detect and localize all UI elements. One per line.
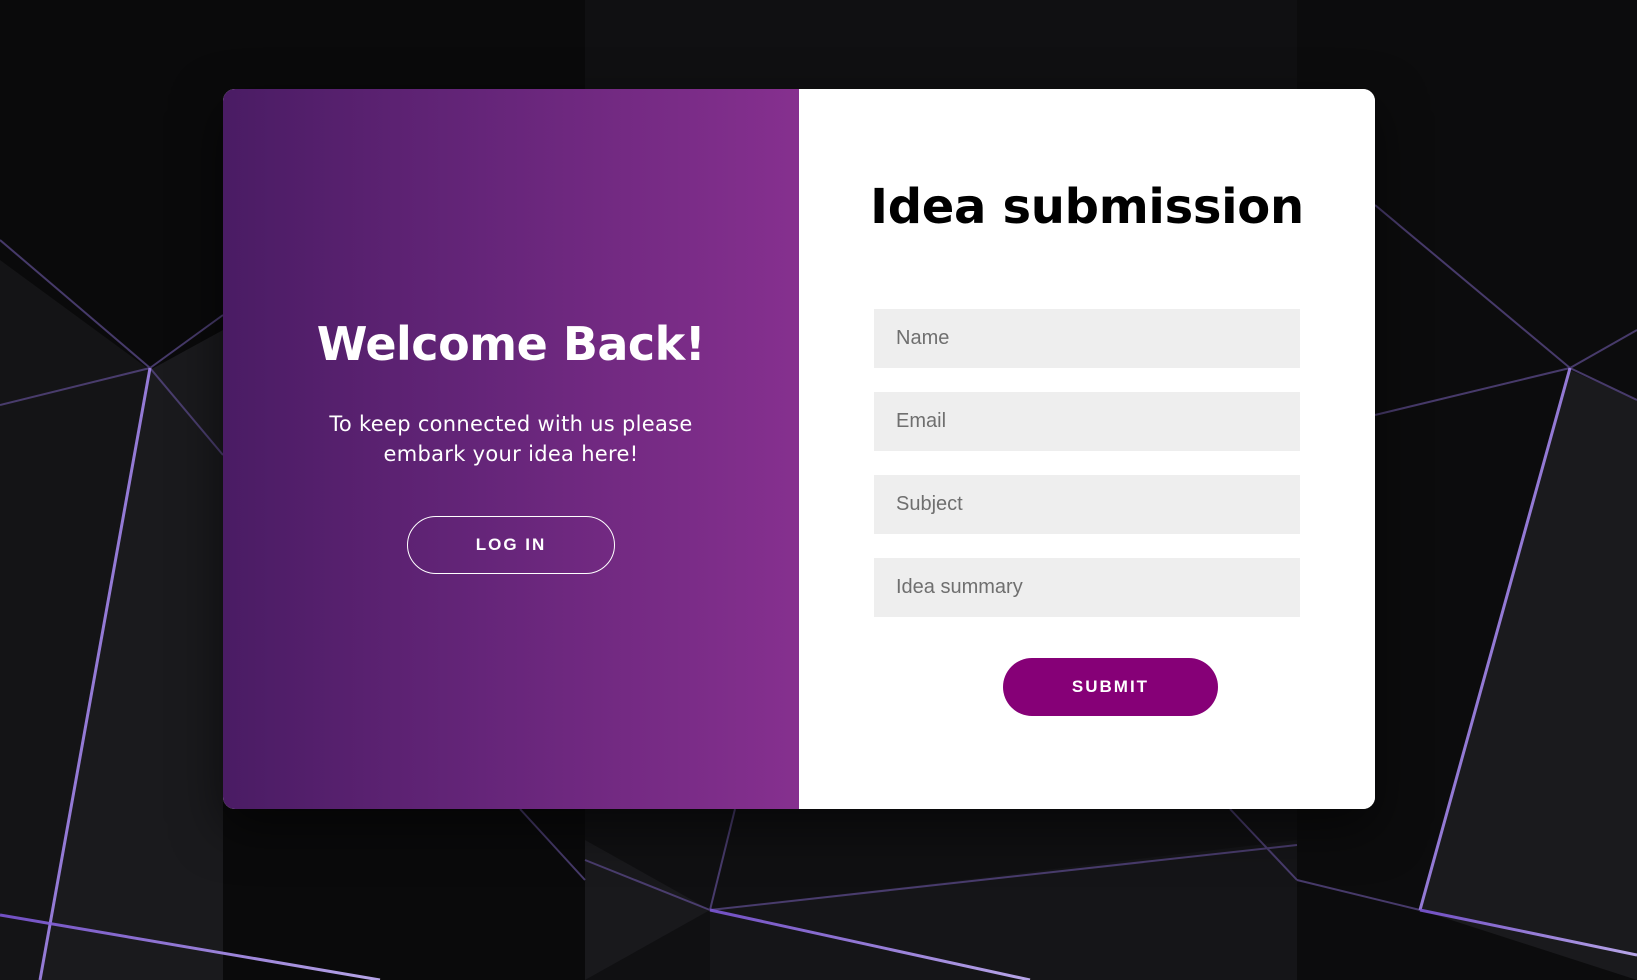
name-input[interactable] (874, 309, 1300, 368)
email-input[interactable] (874, 392, 1300, 451)
idea-form-panel: Idea submission SUBMIT (799, 89, 1375, 809)
idea-submission-card: Welcome Back! To keep connected with us … (223, 89, 1375, 809)
welcome-message: To keep connected with us please embark … (329, 412, 693, 466)
welcome-heading: Welcome Back! (316, 317, 706, 371)
submit-button[interactable]: SUBMIT (1003, 658, 1218, 716)
welcome-panel: Welcome Back! To keep connected with us … (223, 89, 799, 809)
idea-summary-input[interactable] (874, 558, 1300, 617)
subject-input[interactable] (874, 475, 1300, 534)
form-title: Idea submission (870, 179, 1304, 235)
log-in-button[interactable]: LOG IN (407, 516, 615, 574)
